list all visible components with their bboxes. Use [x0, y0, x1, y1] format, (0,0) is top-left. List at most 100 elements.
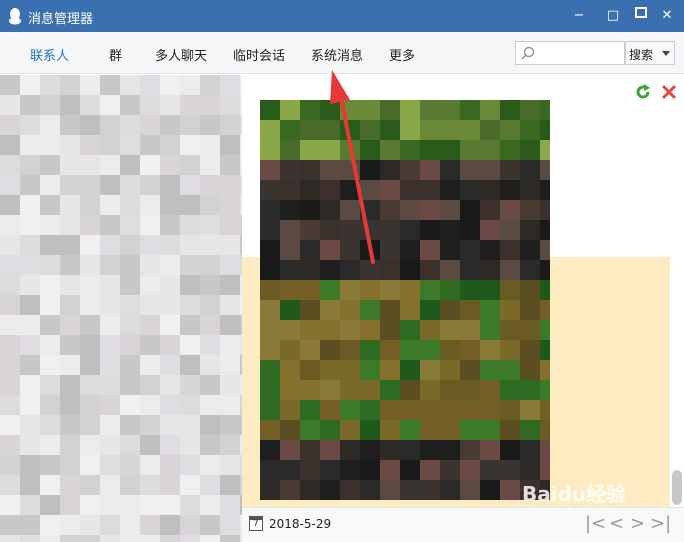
tab-more[interactable]: 更多 — [389, 45, 415, 64]
mosaic-cell — [300, 480, 320, 500]
mosaic-cell — [220, 115, 240, 135]
tab-multi-chat[interactable]: 多人聊天 — [155, 45, 207, 64]
prev-page-button[interactable]: < — [609, 514, 624, 534]
last-page-button[interactable]: >| — [650, 514, 671, 534]
tab-contacts[interactable]: 联系人 — [30, 45, 69, 64]
refresh-icon[interactable] — [634, 83, 652, 101]
mosaic-cell — [120, 255, 140, 275]
tab-system-messages[interactable]: 系统消息 — [311, 45, 363, 64]
tab-temp-session[interactable]: 临时会话 — [233, 45, 285, 64]
calendar-icon[interactable]: 7 — [249, 516, 263, 531]
mosaic-cell — [380, 180, 400, 200]
mosaic-cell — [60, 315, 80, 335]
mosaic-cell — [400, 240, 420, 260]
mosaic-cell — [360, 460, 380, 480]
mosaic-cell — [220, 275, 240, 295]
mosaic-cell — [80, 515, 100, 535]
mosaic-cell — [420, 320, 440, 340]
mosaic-cell — [60, 355, 80, 375]
mosaic-cell — [300, 400, 320, 420]
mosaic-cell — [220, 395, 240, 415]
tab-groups[interactable]: 群 — [109, 45, 122, 64]
mosaic-cell — [320, 360, 340, 380]
mosaic-cell — [120, 455, 140, 475]
mosaic-cell — [540, 260, 550, 280]
mosaic-cell — [40, 375, 60, 395]
mosaic-cell — [400, 320, 420, 340]
mosaic-cell — [460, 340, 480, 360]
mosaic-cell — [100, 535, 120, 542]
mosaic-cell — [420, 480, 440, 500]
mosaic-cell — [60, 415, 80, 435]
mosaic-cell — [160, 455, 180, 475]
mosaic-cell — [220, 475, 240, 495]
mosaic-cell — [20, 275, 40, 295]
mosaic-cell — [60, 495, 80, 515]
delete-icon[interactable] — [660, 83, 678, 101]
mosaic-cell — [520, 260, 540, 280]
mosaic-cell — [120, 155, 140, 175]
mosaic-cell — [80, 115, 100, 135]
search-input[interactable] — [538, 44, 622, 62]
mosaic-cell — [80, 315, 100, 335]
mosaic-cell — [260, 360, 280, 380]
mosaic-cell — [160, 375, 180, 395]
first-page-button[interactable]: |< — [585, 514, 606, 534]
mosaic-cell — [160, 155, 180, 175]
mosaic-cell — [500, 300, 520, 320]
mosaic-cell — [180, 415, 200, 435]
mosaic-cell — [460, 400, 480, 420]
mosaic-cell — [320, 380, 340, 400]
mosaic-cell — [180, 355, 200, 375]
mosaic-cell — [480, 180, 500, 200]
mosaic-cell — [60, 155, 80, 175]
mosaic-cell — [200, 375, 220, 395]
mosaic-cell — [360, 440, 380, 460]
mosaic-cell — [140, 195, 160, 215]
search-button-label: 搜索 — [629, 48, 654, 62]
mosaic-cell — [340, 160, 360, 180]
mosaic-cell — [20, 75, 40, 95]
mosaic-cell — [400, 180, 420, 200]
mosaic-cell — [520, 420, 540, 440]
mosaic-cell — [480, 420, 500, 440]
mosaic-cell — [500, 200, 520, 220]
mosaic-cell — [220, 155, 240, 175]
mosaic-cell — [220, 235, 240, 255]
mosaic-cell — [100, 275, 120, 295]
message-image[interactable] — [260, 100, 550, 500]
mosaic-cell — [380, 340, 400, 360]
mosaic-cell — [100, 155, 120, 175]
mosaic-cell — [60, 275, 80, 295]
mosaic-cell — [360, 140, 380, 160]
chevron-down-icon[interactable] — [662, 51, 670, 56]
mosaic-cell — [520, 200, 540, 220]
mosaic-cell — [200, 495, 220, 515]
mosaic-cell — [140, 375, 160, 395]
maximize-button[interactable]: □ — [602, 6, 624, 26]
mosaic-cell — [440, 240, 460, 260]
mosaic-cell — [400, 260, 420, 280]
restore-button[interactable] — [630, 6, 652, 26]
search-button[interactable]: 搜索 — [625, 41, 675, 65]
mosaic-cell — [60, 335, 80, 355]
mosaic-cell — [440, 440, 460, 460]
mosaic-cell — [380, 280, 400, 300]
mosaic-cell — [440, 200, 460, 220]
mosaic-cell — [180, 115, 200, 135]
mosaic-cell — [200, 535, 220, 542]
mosaic-cell — [440, 300, 460, 320]
mosaic-cell — [160, 275, 180, 295]
close-button[interactable]: ✕ — [656, 6, 678, 26]
minimize-button[interactable]: − — [568, 6, 590, 26]
search-box[interactable] — [515, 41, 625, 65]
mosaic-cell — [440, 420, 460, 440]
mosaic-cell — [500, 320, 520, 340]
scrollbar-thumb[interactable] — [672, 470, 682, 505]
mosaic-cell — [500, 360, 520, 380]
mosaic-cell — [120, 215, 140, 235]
contact-list[interactable] — [0, 75, 242, 542]
mosaic-cell — [540, 100, 550, 120]
tab-bar: 联系人 群 多人聊天 临时会话 系统消息 更多 搜索 — [0, 32, 684, 74]
next-page-button[interactable]: > — [630, 514, 645, 534]
